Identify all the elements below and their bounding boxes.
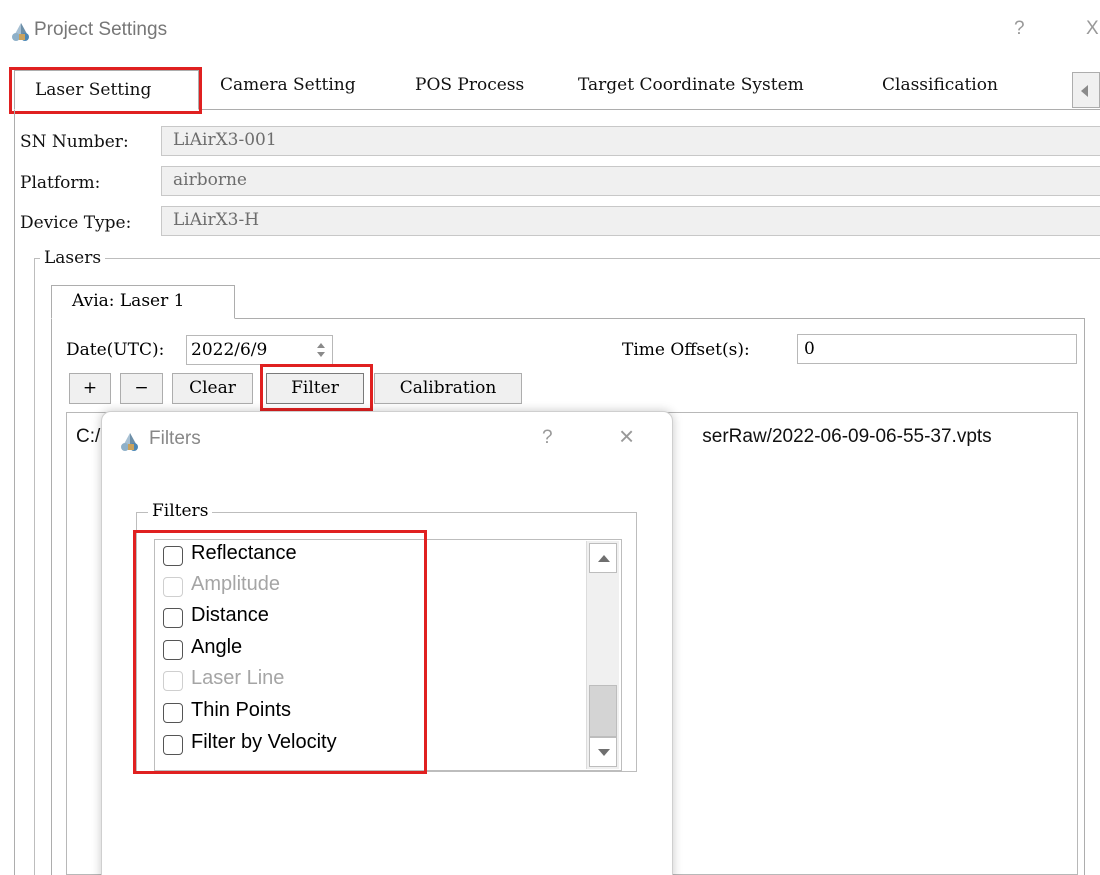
app-logo-icon — [12, 23, 29, 41]
chevron-left-icon — [1081, 85, 1088, 97]
tab-scroll-left-button[interactable] — [1072, 72, 1100, 108]
tab-classification[interactable]: Classification — [882, 75, 998, 95]
filters-dialog: Filters ? × Filters Reflectance Amplitud… — [101, 411, 673, 875]
calibration-button[interactable]: Calibration — [374, 373, 522, 404]
clear-button[interactable]: Clear — [172, 373, 253, 404]
spin-up-icon[interactable] — [317, 343, 325, 348]
date-utc-label: Date(UTC): — [66, 340, 165, 360]
window-title: Project Settings — [34, 19, 168, 40]
device-type-label: Device Type: — [20, 213, 132, 233]
spin-arrows-icon[interactable] — [316, 340, 326, 360]
vertical-scrollbar[interactable] — [586, 541, 619, 769]
platform-field[interactable]: airborne — [161, 166, 1100, 196]
device-type-field[interactable]: LiAirX3-H — [161, 206, 1100, 236]
spin-down-icon[interactable] — [317, 352, 325, 357]
date-value: 2022/6/9 — [191, 340, 268, 360]
app-logo-icon — [121, 433, 138, 451]
lasers-group-title: Lasers — [40, 248, 106, 268]
platform-label: Platform: — [20, 173, 101, 193]
tab-camera-setting[interactable]: Camera Setting — [220, 75, 356, 95]
tab-avia-laser-1[interactable]: Avia: Laser 1 — [51, 285, 235, 319]
dialog-title: Filters — [149, 428, 201, 449]
file-path-start: C:/ — [76, 426, 101, 447]
sn-number-field[interactable]: LiAirX3-001 — [161, 126, 1100, 156]
tab-pos-process[interactable]: POS Process — [415, 75, 524, 95]
file-path-end: serRaw/2022-06-09-06-55-37.vpts — [702, 426, 992, 447]
arrow-up-icon — [598, 555, 610, 562]
scroll-down-button[interactable] — [589, 737, 617, 767]
annotation-highlight-filter-list — [133, 530, 427, 774]
add-file-button[interactable]: + — [69, 373, 111, 404]
annotation-highlight-filter-button — [260, 364, 373, 411]
time-offset-label: Time Offset(s): — [622, 340, 750, 360]
date-spinbox[interactable]: 2022/6/9 — [186, 335, 333, 365]
scroll-up-button[interactable] — [589, 543, 617, 573]
close-button[interactable]: X — [1086, 18, 1099, 40]
annotation-highlight-laser-tab — [9, 67, 202, 114]
scroll-thumb[interactable] — [589, 685, 617, 737]
tab-target-coordinate-system[interactable]: Target Coordinate System — [578, 75, 804, 95]
arrow-down-icon — [598, 749, 610, 756]
time-offset-input[interactable]: 0 — [797, 334, 1077, 364]
remove-file-button[interactable]: − — [120, 373, 163, 404]
dialog-close-button[interactable]: × — [619, 423, 634, 449]
sn-number-label: SN Number: — [20, 132, 129, 152]
dialog-help-button[interactable]: ? — [542, 427, 553, 449]
help-button[interactable]: ? — [1014, 18, 1025, 40]
filters-group-title: Filters — [148, 501, 213, 521]
title-bar: Project Settings ? X — [0, 0, 1100, 62]
